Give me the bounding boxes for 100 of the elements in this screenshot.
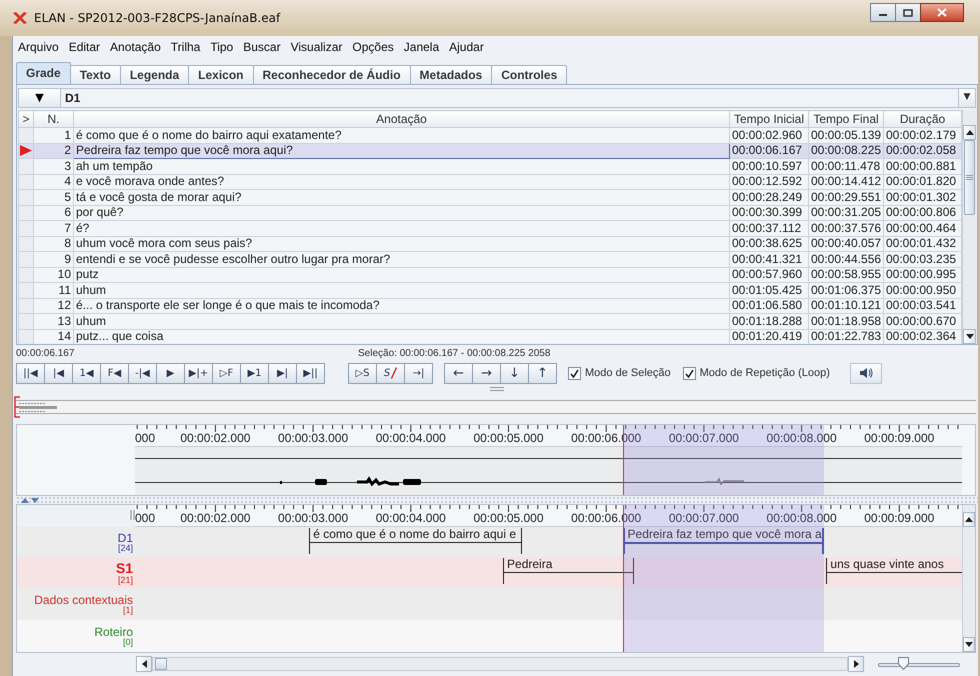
table-cell[interactable]: ah um tempão [74,158,730,174]
column-header[interactable]: N. [34,110,74,128]
column-header[interactable]: > [18,110,34,128]
menu-item[interactable]: Editar [64,38,106,56]
table-cell[interactable]: por quê? [74,205,730,220]
player-button[interactable]: ▶ [156,362,185,384]
row-header-cell[interactable] [18,314,34,329]
row-header-cell[interactable] [18,252,34,267]
annotation-segment[interactable]: uns quase vinte anos [826,558,962,584]
column-header[interactable]: Tempo Final [808,110,884,128]
row-header-cell[interactable] [18,298,34,314]
table-cell[interactable]: uhum [74,282,730,298]
scroll-down-button[interactable] [963,329,976,344]
tab[interactable]: Lexicon [188,65,254,84]
scroll-up-button[interactable] [963,512,975,527]
tab[interactable]: Legenda [120,65,190,84]
tier-header[interactable]: Dados contextuais [1] [17,588,135,620]
scroll-right-button[interactable] [848,656,864,672]
scrollbar[interactable] [152,657,848,671]
slider-thumb[interactable] [898,657,909,670]
player-button[interactable]: ▶|| [296,362,325,384]
navigation-button[interactable]: → [472,362,501,384]
row-header-cell[interactable] [18,174,34,190]
tier-header[interactable]: D1 [24] [17,527,135,557]
row-header-cell[interactable] [18,220,34,236]
selection-button[interactable]: S [376,362,405,384]
player-button[interactable]: ▷F [212,362,241,384]
column-header[interactable]: Anotação [74,110,730,128]
navigation-button[interactable]: ↑ [528,362,557,384]
table-cell: 00:00:58.955 [808,267,884,282]
row-header-cell[interactable] [18,158,34,174]
table-cell[interactable]: é... o transporte ele ser longe é o que mais te incomoda? [74,298,730,314]
table-cell[interactable]: é? [74,220,730,236]
player-button[interactable]: ||◀ [16,362,45,384]
player-button[interactable]: ▶|+ [184,362,213,384]
column-header[interactable]: Tempo Inicial [730,110,808,128]
row-header-cell[interactable] [18,205,34,220]
player-button[interactable]: ▶1 [240,362,269,384]
table-cell[interactable]: putz [74,267,730,282]
tab[interactable]: Reconhecedor de Áudio [252,65,411,84]
tab[interactable]: Grade [16,62,71,84]
player-button[interactable]: F◀ [100,362,129,384]
tier-header[interactable]: Roteiro [0] [17,620,135,652]
row-header-cell[interactable] [18,128,34,143]
tab[interactable]: Controles [491,65,568,84]
scroll-up-button[interactable] [963,125,976,140]
tab[interactable]: Metadados [410,65,492,84]
minimize-button[interactable] [870,3,896,22]
row-header-cell[interactable] [18,190,34,205]
menu-item[interactable]: Tipo [205,38,238,56]
table-cell[interactable]: entendi e se você pudesse escolher outro lugar pra morar? [74,252,730,267]
table-cell[interactable]: uhum você mora com seus pais? [74,236,730,252]
scroll-down-button[interactable] [963,637,975,652]
scrollbar[interactable] [962,110,976,344]
row-header-cell[interactable] [18,329,34,344]
row-header-cell[interactable] [18,236,34,252]
player-button[interactable]: -|◀ [128,362,157,384]
table-cell[interactable]: é como que é o nome do bairro aqui exatamente? [74,128,730,143]
column-header[interactable]: Duração [884,110,962,128]
zoom-slider[interactable] [878,657,960,671]
menu-item[interactable]: Arquivo [16,38,64,56]
menu-item[interactable]: Ajudar [444,38,489,56]
navigation-button[interactable]: ← [444,362,473,384]
player-button[interactable]: |◀ [44,362,73,384]
table-cell[interactable]: putz... que coisa [74,329,730,344]
menu-item[interactable]: Janela [398,38,444,56]
annotation-segment[interactable]: Pedreira faz tempo que você mora a [622,528,824,554]
table-cell[interactable]: uhum [74,314,730,329]
close-button[interactable] [920,3,964,22]
player-button[interactable]: 1◀ [72,362,101,384]
menu-item[interactable]: Visualizar [286,38,348,56]
player-button[interactable]: ▶| [268,362,297,384]
menu-item[interactable]: Trilha [166,38,206,56]
scrollbar[interactable] [962,505,975,652]
annotation-segment[interactable]: Pedreira [503,558,634,584]
checkbox[interactable] [568,366,581,380]
menu-item[interactable]: Buscar [238,38,286,56]
menu-item[interactable]: Anotação [105,38,166,56]
tab[interactable]: Texto [70,65,121,84]
selection-button[interactable]: →| [404,362,433,384]
scroll-thumb[interactable] [964,140,975,215]
navigation-button[interactable]: ↓ [500,362,529,384]
checkbox-label: Modo de Repetição (Loop) [700,366,830,381]
tier-row[interactable]: é como que é o nome do bairro aqui e Pedreira faz tempo que você mora a [135,527,962,557]
table-cell[interactable]: tá e você gosta de morar aqui? [74,190,730,205]
scroll-thumb[interactable] [155,658,167,670]
maximize-button[interactable] [895,3,921,22]
tier-row[interactable]: Pedreira uns quase vinte anos [135,557,962,588]
selection-button[interactable]: ▷S [348,362,377,384]
row-header-cell[interactable] [18,267,34,282]
row-header-cell[interactable] [18,282,34,298]
table-cell[interactable]: Pedreira faz tempo que você mora aqui? [74,143,730,158]
row-header-cell[interactable] [18,143,34,158]
checkbox[interactable] [682,366,696,380]
annotation-segment[interactable]: é como que é o nome do bairro aqui e [309,528,522,554]
tier-header[interactable]: S1 [21] [17,557,135,588]
volume-button[interactable] [850,362,882,384]
scroll-left-button[interactable] [136,656,152,672]
table-cell[interactable]: e você morava onde antes? [74,174,730,190]
menu-item[interactable]: Opções [347,38,399,56]
